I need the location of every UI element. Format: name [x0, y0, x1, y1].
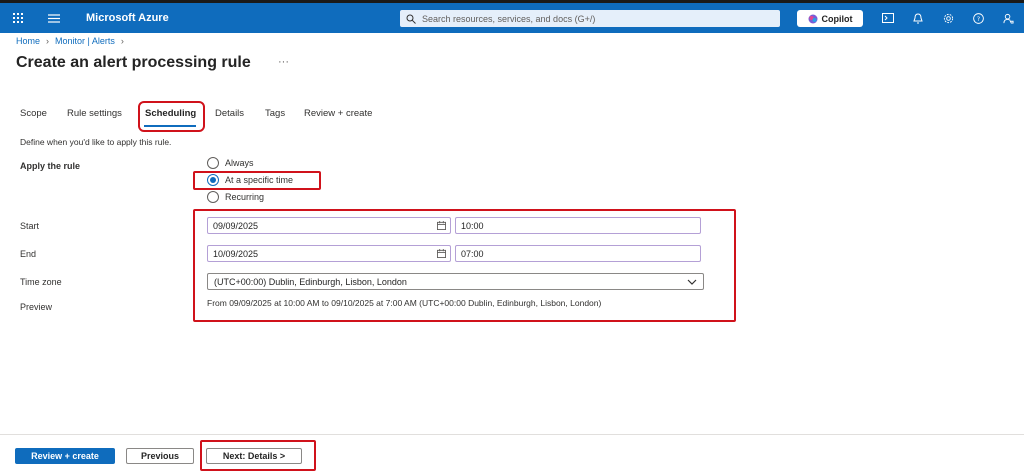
tab-scope[interactable]: Scope — [20, 108, 47, 119]
end-label: End — [20, 249, 37, 259]
copilot-icon — [808, 14, 817, 23]
breadcrumb-monitor-alerts[interactable]: Monitor | Alerts — [55, 36, 115, 46]
tab-tags[interactable]: Tags — [265, 108, 285, 119]
highlight-box-specific-time — [193, 171, 321, 190]
highlight-box-next-button — [200, 440, 316, 471]
copilot-label: Copilot — [821, 13, 853, 24]
radio-recurring-label: Recurring — [225, 192, 265, 202]
brand-title[interactable]: Microsoft Azure — [86, 3, 169, 33]
notifications-bell-icon[interactable] — [904, 3, 932, 33]
cloud-shell-icon[interactable] — [874, 3, 902, 33]
chevron-right-icon: › — [46, 36, 50, 46]
hamburger-menu-icon[interactable] — [40, 3, 68, 33]
radio-always[interactable]: Always — [207, 157, 254, 169]
help-icon[interactable]: ? — [964, 3, 992, 33]
radio-recurring[interactable]: Recurring — [207, 191, 264, 203]
svg-text:?: ? — [976, 14, 979, 22]
start-label: Start — [20, 221, 40, 231]
page-title: Create an alert processing rule — [16, 54, 251, 71]
radio-circle — [207, 157, 219, 169]
apply-rule-label: Apply the rule — [20, 161, 81, 171]
copilot-button[interactable]: Copilot — [797, 10, 863, 27]
global-search-input[interactable]: Search resources, services, and docs (G+… — [400, 10, 780, 27]
review-create-button[interactable]: Review + create — [15, 448, 115, 464]
breadcrumb: Home › Monitor | Alerts › — [16, 36, 124, 46]
search-placeholder: Search resources, services, and docs (G+… — [422, 13, 596, 24]
preview-label: Preview — [20, 302, 53, 312]
timezone-label: Time zone — [20, 277, 62, 287]
breadcrumb-home[interactable]: Home — [16, 36, 40, 46]
apps-grid-icon[interactable] — [4, 3, 32, 33]
radio-always-label: Always — [225, 158, 254, 168]
chevron-right-icon: › — [120, 36, 124, 46]
more-options-icon[interactable]: ··· — [278, 56, 289, 68]
previous-button[interactable]: Previous — [126, 448, 194, 464]
highlight-box-scheduling-tab — [138, 101, 205, 132]
feedback-icon[interactable] — [994, 3, 1022, 33]
highlight-box-schedule-fields — [193, 209, 736, 322]
radio-circle — [207, 191, 219, 203]
footer-divider — [0, 434, 1024, 435]
top-bar: Microsoft Azure Search resources, servic… — [0, 0, 1024, 33]
scheduling-description: Define when you'd like to apply this rul… — [20, 137, 172, 147]
tab-review-create[interactable]: Review + create — [304, 108, 372, 119]
settings-gear-icon[interactable] — [934, 3, 962, 33]
tab-rule-settings[interactable]: Rule settings — [67, 108, 122, 119]
search-icon — [406, 14, 416, 24]
tab-details[interactable]: Details — [215, 108, 244, 119]
